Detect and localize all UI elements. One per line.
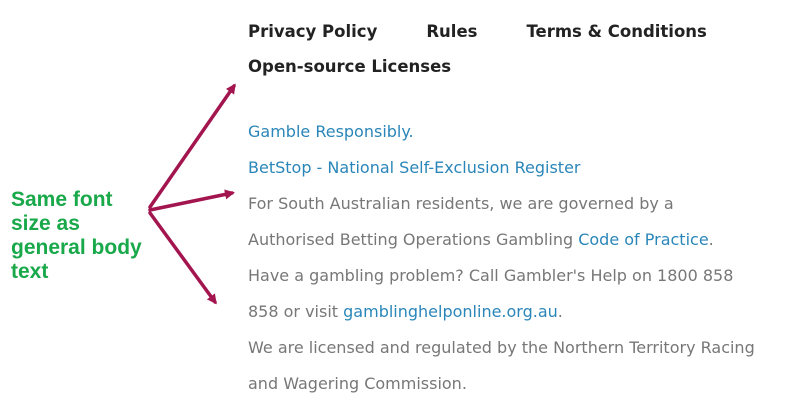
open-source-licenses-link[interactable]: Open-source Licenses [248, 57, 451, 76]
gambling-help-online-link[interactable]: gamblinghelponline.org.au [343, 302, 558, 321]
sa-residents-line-2: Authorised Betting Operations Gambling C… [248, 222, 794, 258]
footer-nav-row-2: Open-source Licenses [248, 57, 794, 76]
help-line2-prefix: 858 or visit [248, 302, 344, 321]
rules-link[interactable]: Rules [426, 22, 477, 41]
gambling-help-line-1: Have a gambling problem? Call Gambler's … [248, 266, 734, 285]
sa-line2-prefix: Authorised Betting Operations Gambling [248, 230, 579, 249]
gambling-help-line-2: 858 or visit gamblinghelponline.org.au. [248, 294, 794, 330]
license-line-2: and Wagering Commission. [248, 374, 467, 393]
footer-nav-row: Privacy Policy Rules Terms & Conditions [248, 22, 794, 56]
footer: Privacy Policy Rules Terms & Conditions … [248, 22, 794, 402]
sa-residents-line-1: For South Australian residents, we are g… [248, 194, 674, 213]
annotation-text: Same font size as general body text [11, 188, 142, 283]
betstop-link[interactable]: BetStop - National Self-Exclusion Regist… [248, 158, 581, 177]
license-line-1: We are licensed and regulated by the Nor… [248, 338, 755, 357]
code-of-practice-link[interactable]: Code of Practice [578, 230, 708, 249]
sa-line2-suffix: . [708, 230, 714, 249]
help-line2-suffix: . [557, 302, 563, 321]
responsible-gambling-block: Gamble Responsibly. BetStop - National S… [248, 114, 794, 402]
privacy-policy-link[interactable]: Privacy Policy [248, 22, 377, 41]
gamble-responsibly-link[interactable]: Gamble Responsibly. [248, 122, 414, 141]
terms-conditions-link[interactable]: Terms & Conditions [526, 22, 706, 41]
